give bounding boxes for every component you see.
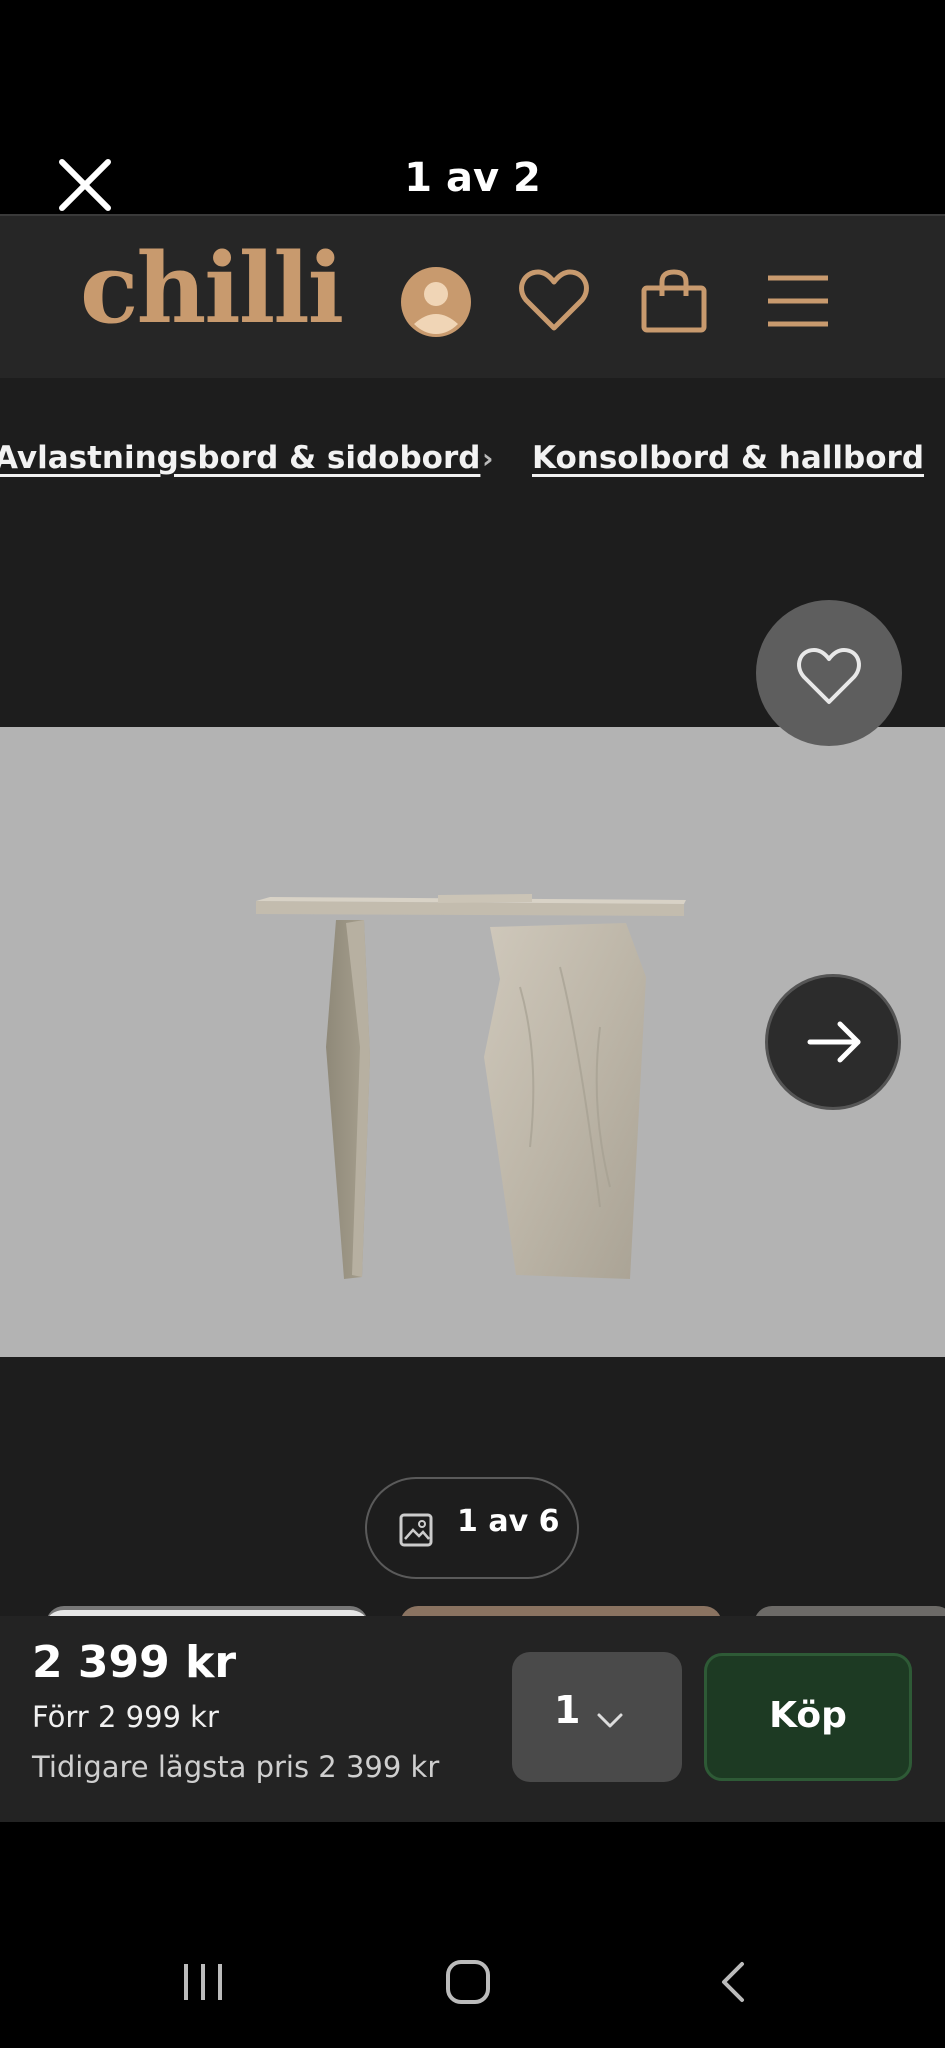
- home-icon: [446, 1960, 490, 2004]
- bag-icon[interactable]: [640, 268, 708, 338]
- arrow-right-icon: [807, 1021, 861, 1063]
- heart-outline-icon: [797, 648, 861, 704]
- price: 2 399 kr: [32, 1637, 237, 1688]
- image-counter-text: 1 av 6: [457, 1504, 560, 1539]
- buy-button[interactable]: Köp: [704, 1653, 912, 1781]
- recents-icon: [184, 1964, 222, 2000]
- menu-icon[interactable]: [766, 274, 830, 332]
- buy-button-label: Köp: [769, 1695, 847, 1736]
- heart-icon[interactable]: [518, 268, 590, 338]
- breadcrumb: Avlastningsbord & sidobord › Konsolbord …: [0, 440, 945, 490]
- breadcrumb-separator: ›: [482, 442, 494, 475]
- back-icon: [722, 1962, 744, 2002]
- next-image-button[interactable]: [765, 974, 901, 1110]
- favorite-button[interactable]: [756, 600, 902, 746]
- breadcrumb-item-konsolbord[interactable]: Konsolbord & hallbord: [532, 440, 924, 476]
- lowest-price: Tidigare lägsta pris 2 399 kr: [32, 1750, 440, 1784]
- system-nav-bar: [0, 1822, 945, 2048]
- breadcrumb-item-sidobord[interactable]: Avlastningsbord & sidobord: [0, 440, 480, 476]
- image-icon: [399, 1513, 433, 1547]
- logo[interactable]: chilli: [80, 232, 344, 345]
- quantity-value: 1: [554, 1688, 581, 1732]
- image-counter[interactable]: 1 av 6: [365, 1477, 579, 1579]
- chevron-down-icon: [597, 1713, 623, 1728]
- viewer-title: 1 av 2: [404, 155, 541, 201]
- previous-price: Förr 2 999 kr: [32, 1700, 219, 1734]
- quantity-select[interactable]: 1: [512, 1652, 682, 1782]
- home-button[interactable]: [444, 1958, 492, 2010]
- account-icon[interactable]: [400, 266, 472, 342]
- back-button[interactable]: [718, 1960, 748, 2008]
- recents-button[interactable]: [180, 1960, 226, 2008]
